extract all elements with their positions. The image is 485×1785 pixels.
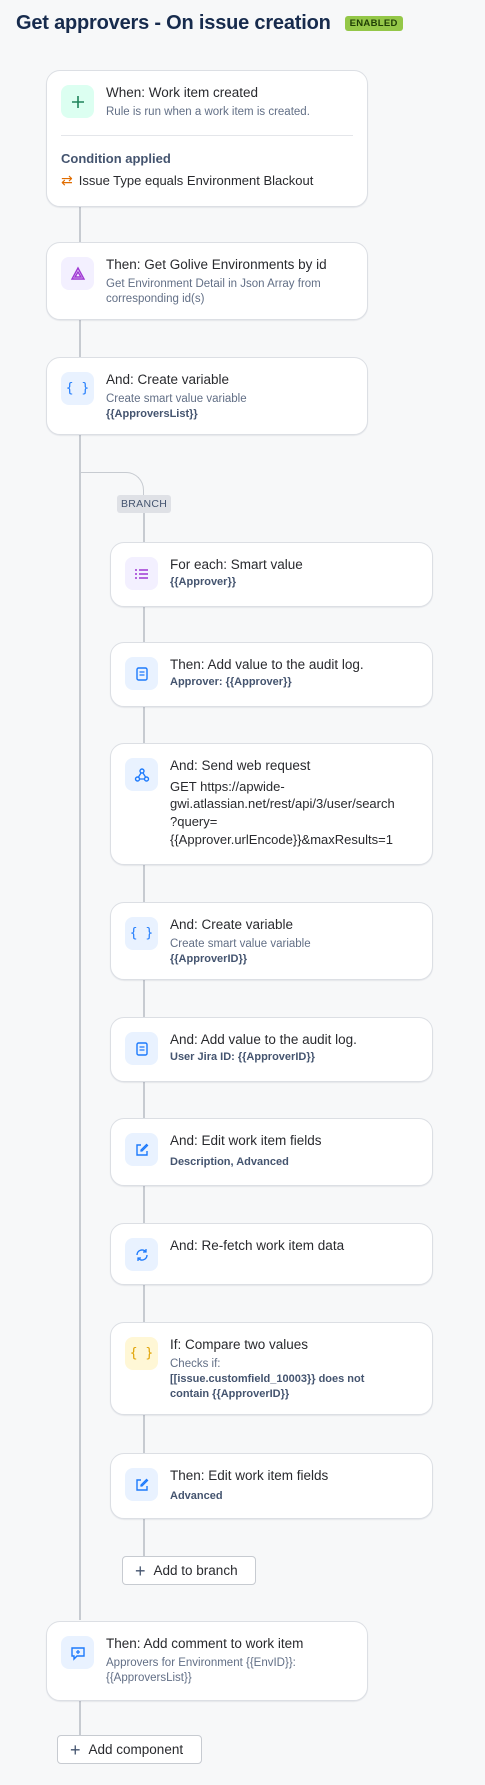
branch-badge: BRANCH: [117, 495, 172, 513]
edit-icon: [125, 1468, 158, 1501]
request-url-line: {{Approver.urlEncode}}&maxResults=1: [170, 831, 393, 847]
branch-card-audit-log[interactable]: And: Add value to the audit log. User Ji…: [110, 1017, 433, 1082]
branch-card-refetch[interactable]: And: Re-fetch work item data: [110, 1223, 433, 1285]
step-desc: Approvers for Environment {{EnvID}}:: [106, 1656, 296, 1669]
step-value: Description, Advanced: [170, 1155, 289, 1168]
step-title: And: Re-fetch work item data: [170, 1238, 345, 1253]
step-title: And: Edit work item fields: [170, 1133, 322, 1148]
step-title: Then: Edit work item fields: [170, 1468, 329, 1483]
step-title: For each: Smart value: [170, 557, 303, 572]
plus-icon: [61, 85, 94, 118]
request-url-line: ?query=: [170, 813, 218, 829]
add-to-branch-button[interactable]: + Add to branch: [122, 1556, 256, 1585]
branch-card-audit-log[interactable]: Then: Add value to the audit log. Approv…: [110, 642, 433, 707]
swap-icon: ⇄: [61, 172, 73, 188]
braces-icon: { }: [125, 917, 158, 950]
condition-text: Issue Type equals Environment Blackout: [78, 173, 314, 188]
step-title: Then: Add value to the audit log.: [170, 657, 364, 672]
divider: [61, 135, 353, 136]
trigger-card[interactable]: When: Work item created Rule is run when…: [46, 70, 368, 207]
connector-line: [79, 320, 81, 358]
branch-card-edit-fields[interactable]: And: Edit work item fields Description, …: [110, 1118, 433, 1186]
step-value: {{ApproversList}}: [106, 408, 198, 421]
log-icon: [125, 657, 158, 690]
step-value: User Jira ID: {{ApproverID}}: [170, 1050, 315, 1063]
add-to-branch-label: Add to branch: [153, 1563, 238, 1578]
branch-card-compare[interactable]: { } If: Compare two values Checks if: [[…: [110, 1322, 433, 1415]
refresh-icon: [125, 1238, 158, 1271]
step-title: If: Compare two values: [170, 1337, 309, 1352]
step-value: Advanced: [170, 1489, 223, 1502]
step-title: And: Create variable: [106, 372, 230, 387]
edit-icon: [125, 1133, 158, 1166]
step-desc: Create smart value variable: [106, 392, 247, 405]
braces-icon: { }: [125, 1337, 158, 1370]
status-badge: ENABLED: [344, 15, 403, 31]
request-url-line: GET https://apwide-: [170, 778, 285, 794]
step-title: And: Add value to the audit log.: [170, 1032, 357, 1047]
step-desc: corresponding id(s): [106, 293, 205, 306]
step-title: And: Send web request: [170, 758, 311, 773]
step-title: Then: Get Golive Environments by id: [106, 257, 327, 272]
step-card-add-comment[interactable]: Then: Add comment to work item Approvers…: [46, 1621, 368, 1701]
branch-card-for-each[interactable]: For each: Smart value {{Approver}}: [110, 542, 433, 607]
step-desc: Get Environment Detail in Json Array fro…: [106, 277, 321, 290]
webhook-icon: [125, 758, 158, 791]
step-desc: Checks if:: [170, 1357, 221, 1370]
add-component-button[interactable]: + Add component: [57, 1735, 202, 1764]
step-value: contain {{ApproverID}}: [170, 1388, 290, 1400]
braces-icon: { }: [61, 372, 94, 405]
step-value: Approver: {{Approver}}: [170, 675, 292, 688]
plus-icon: +: [70, 1739, 81, 1760]
add-component-label: Add component: [88, 1742, 184, 1757]
list-icon: [125, 557, 158, 590]
trigger-title: When: Work item created: [106, 85, 259, 100]
step-card-golive[interactable]: Then: Get Golive Environments by id Get …: [46, 242, 368, 320]
log-icon: [125, 1032, 158, 1065]
step-value: [[issue.customfield_10003}} does not: [170, 1373, 365, 1386]
step-title: And: Create variable: [170, 917, 294, 932]
trigger-subtitle: Rule is run when a work item is created.: [106, 105, 310, 118]
step-value: {{Approver}}: [170, 575, 237, 588]
page-title: Get approvers - On issue creation: [16, 11, 331, 34]
step-desc: Create smart value variable: [170, 937, 311, 950]
step-card-create-variable[interactable]: { } And: Create variable Create smart va…: [46, 357, 368, 435]
condition-heading: Condition applied: [61, 151, 171, 166]
step-title: Then: Add comment to work item: [106, 1636, 304, 1651]
branch-card-web-request[interactable]: And: Send web request GET https://apwide…: [110, 743, 433, 865]
request-url-line: gwi.atlassian.net/rest/api/3/user/search: [170, 796, 395, 812]
page-header: Get approvers - On issue creation ENABLE…: [16, 8, 403, 38]
step-value: {{ApproverID}}: [170, 953, 248, 966]
golive-logo-icon: [61, 257, 94, 290]
branch-card-create-variable[interactable]: { } And: Create variable Create smart va…: [110, 902, 433, 980]
branch-card-edit-fields[interactable]: Then: Edit work item fields Advanced: [110, 1453, 433, 1519]
plus-icon: +: [135, 1560, 146, 1581]
connector-line: [79, 1700, 81, 1740]
condition-row[interactable]: ⇄ Issue Type equals Environment Blackout: [61, 172, 313, 189]
connector-line: [79, 205, 81, 243]
request-url: GET https://apwide- gwi.atlassian.net/re…: [170, 778, 395, 848]
comment-add-icon: [61, 1636, 94, 1669]
connector-line: [79, 435, 81, 1620]
step-desc: {{ApproversList}}: [106, 1672, 192, 1685]
